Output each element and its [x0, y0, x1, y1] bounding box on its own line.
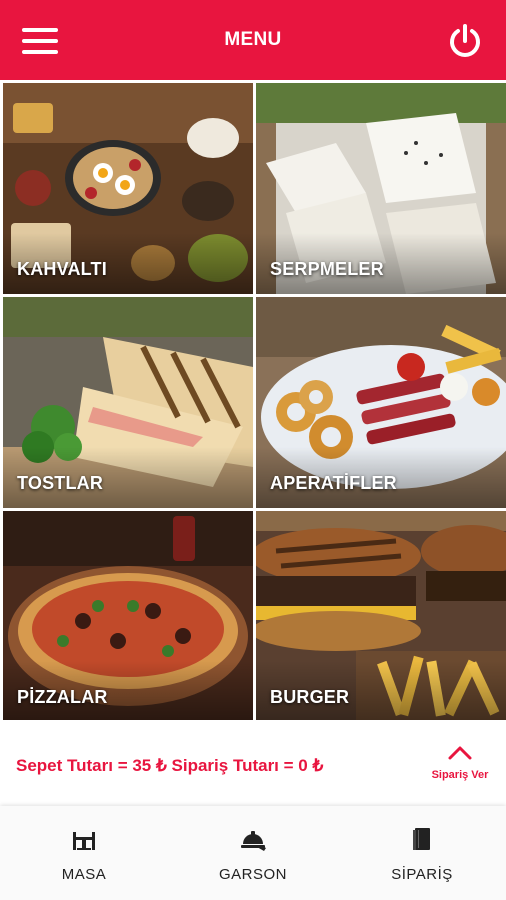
nav-label: SİPARİŞ — [391, 866, 453, 883]
nav-item-masa[interactable]: MASA — [0, 826, 168, 883]
chevron-up-icon — [448, 746, 472, 760]
category-label: SERPMELER — [270, 259, 384, 279]
waiter-icon — [241, 831, 266, 851]
app-header: MENU — [0, 0, 506, 80]
category-label: PİZZALAR — [17, 687, 108, 707]
page-title: MENU — [224, 29, 282, 50]
menu-book-icon — [413, 828, 430, 850]
category-tile-serpmeler[interactable]: SERPMELER — [256, 83, 506, 294]
cart-summary-bar: Sepet Tutarı = 35 ₺ Sipariş Tutarı = 0 ₺… — [0, 720, 506, 807]
category-tile-burger[interactable]: BURGER — [256, 511, 506, 722]
cart-totals: Sepet Tutarı = 35 ₺ Sipariş Tutarı = 0 ₺ — [16, 756, 324, 775]
category-label: KAHVALTI — [17, 259, 107, 279]
table-icon — [73, 832, 95, 850]
bottom-nav: MASA GARSON SİPARİŞ — [0, 806, 506, 900]
category-tile-kahvalti[interactable]: KAHVALTI — [3, 83, 253, 294]
place-order-label: Sipariş Ver — [431, 769, 489, 781]
category-tile-tostlar[interactable]: TOSTLAR — [3, 297, 253, 508]
nav-item-siparis[interactable]: SİPARİŞ — [338, 826, 506, 883]
category-grid: KAHVALTI SERPMELER TOSTLAR APERATİFLER P… — [0, 80, 506, 722]
place-order-button[interactable]: Sipariş Ver — [420, 744, 500, 790]
category-label: APERATİFLER — [270, 473, 397, 493]
nav-item-garson[interactable]: GARSON — [169, 826, 337, 883]
category-tile-pizzalar[interactable]: PİZZALAR — [3, 511, 253, 722]
nav-label: GARSON — [218, 866, 287, 883]
category-label: BURGER — [270, 687, 350, 707]
nav-label: MASA — [61, 866, 107, 883]
power-icon[interactable] — [446, 22, 484, 60]
category-tile-aperatifler[interactable]: APERATİFLER — [256, 297, 506, 508]
category-label: TOSTLAR — [17, 473, 104, 493]
